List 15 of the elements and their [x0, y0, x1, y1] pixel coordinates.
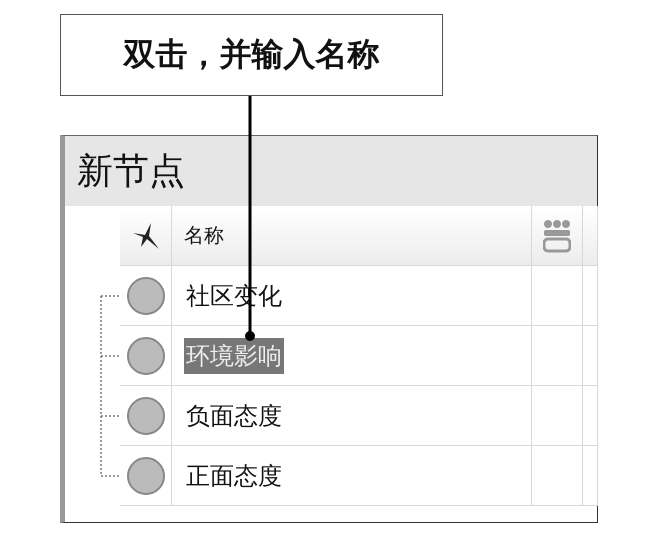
- column-header[interactable]: 名称: [184, 222, 224, 249]
- panel-title: 新节点: [77, 150, 185, 194]
- node-icon: [126, 336, 164, 374]
- callout-box: 双击，并输入名称: [60, 14, 443, 96]
- node-icon: [126, 456, 164, 494]
- star-icon: [130, 220, 160, 250]
- node-icon: [126, 276, 164, 314]
- node-name: 环境影响: [184, 338, 284, 374]
- grid-icon: [543, 218, 571, 252]
- node-row[interactable]: 负面态度: [120, 386, 598, 446]
- node-name: 负面态度: [185, 400, 283, 432]
- node-name: 正面态度: [185, 460, 283, 492]
- node-row[interactable]: 正面态度: [120, 446, 598, 506]
- node-row[interactable]: 环境影响: [120, 326, 598, 386]
- node-icon: [126, 396, 164, 434]
